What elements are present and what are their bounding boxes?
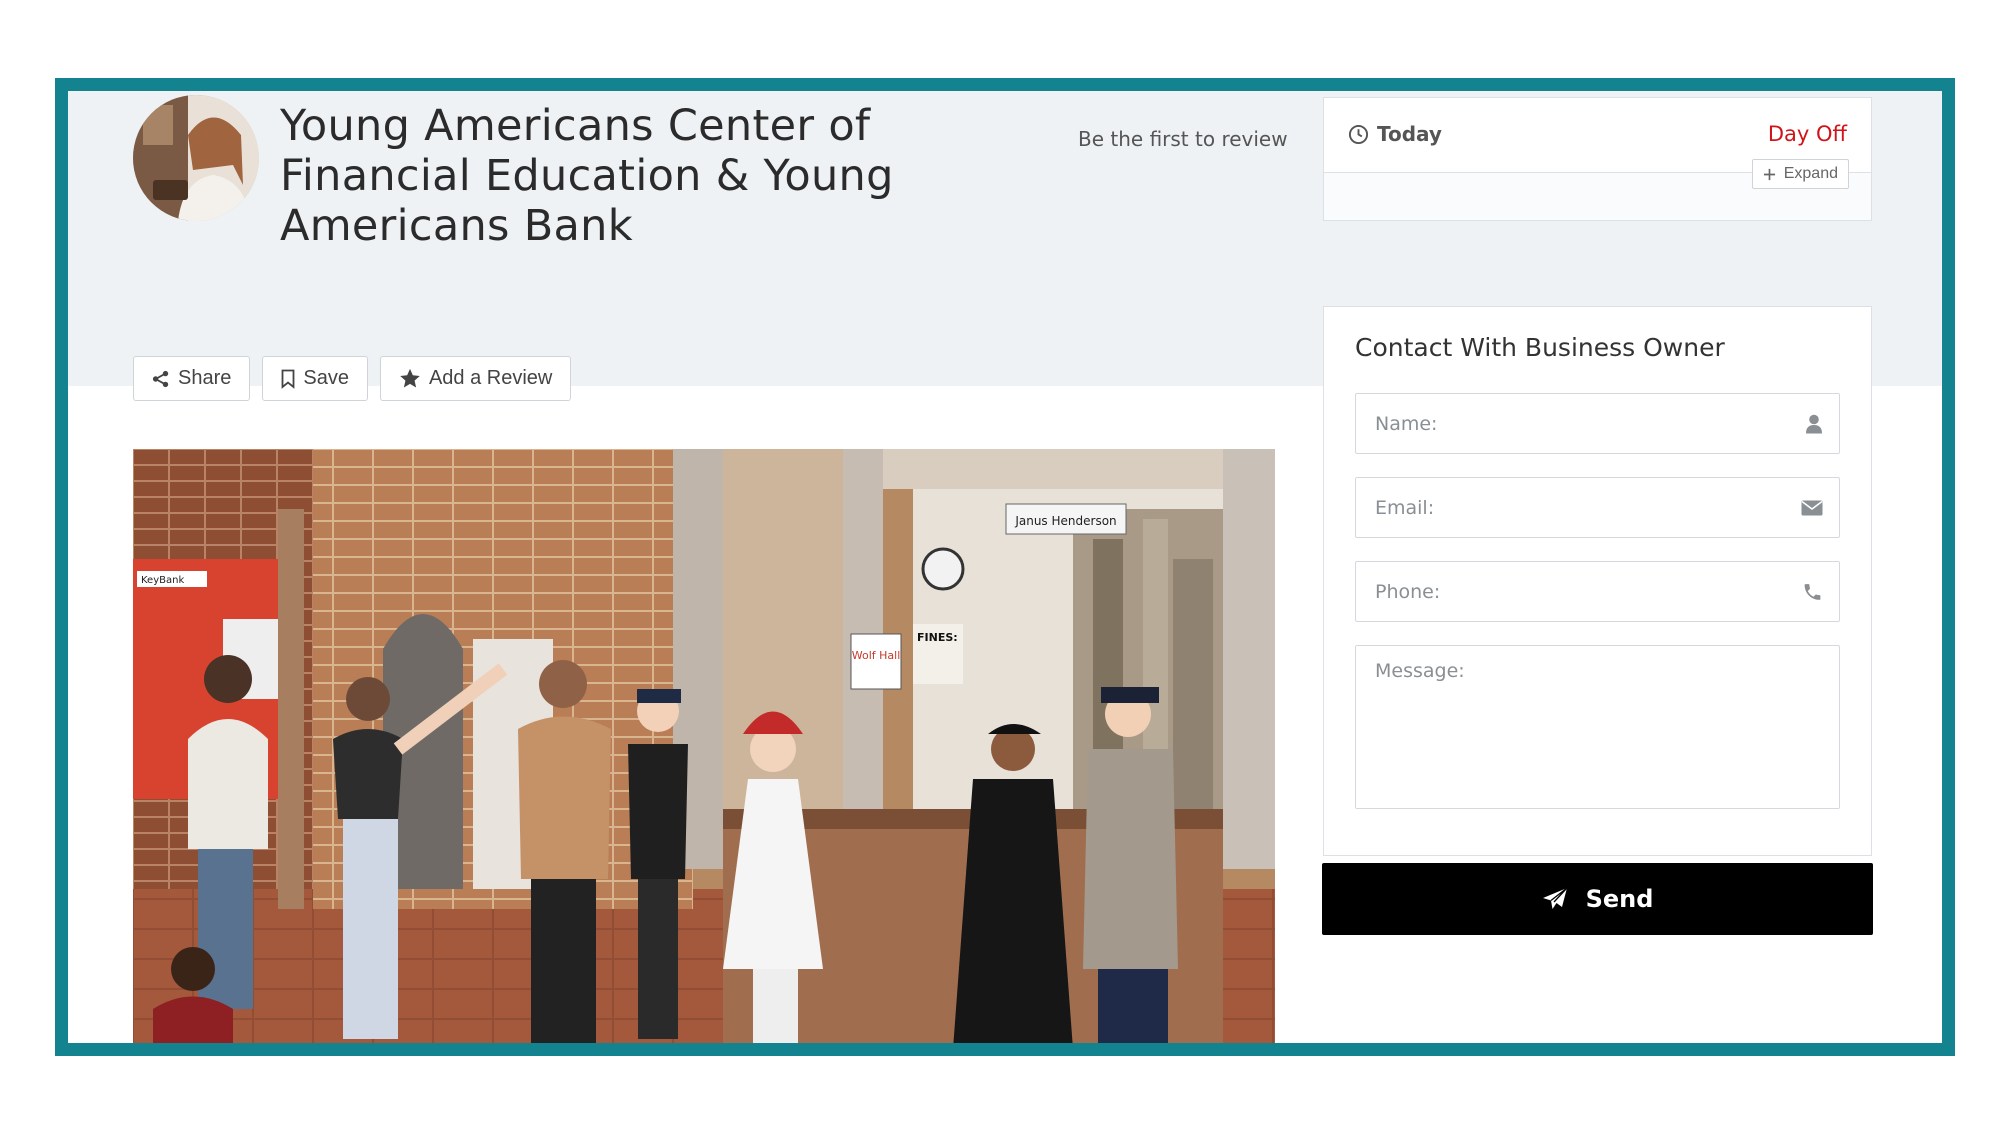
action-bar: Share Save Add a Review xyxy=(133,356,572,401)
opening-hours-card: Today Day Off Expand xyxy=(1323,97,1872,221)
plus-icon xyxy=(1763,168,1775,180)
send-button[interactable]: Send xyxy=(1322,863,1873,935)
star-icon xyxy=(400,368,420,388)
share-label: Share xyxy=(178,367,232,389)
contact-title: Contact With Business Owner xyxy=(1355,333,1725,362)
business-title: Young Americans Center of Financial Educ… xyxy=(280,101,894,251)
page-frame: Young Americans Center of Financial Educ… xyxy=(55,78,1955,1056)
sign-wolf-hall: Wolf Hall xyxy=(852,649,901,662)
send-label: Send xyxy=(1585,885,1654,913)
email-input[interactable] xyxy=(1356,478,1839,537)
expand-hours-button[interactable]: Expand xyxy=(1751,159,1849,189)
sign-fines: FINES: xyxy=(917,631,958,644)
hours-status: Day Off xyxy=(1767,122,1847,146)
photo-illustration: Janus Henderson KeyBank Wolf Hall FINES: xyxy=(133,449,1275,1043)
phone-icon xyxy=(1804,583,1821,600)
business-photo[interactable]: Janus Henderson KeyBank Wolf Hall FINES: xyxy=(133,449,1275,1043)
contact-form-card: Contact With Business Owner xyxy=(1323,306,1872,856)
first-review-link[interactable]: Be the first to review xyxy=(1078,127,1288,151)
message-field xyxy=(1355,645,1840,809)
user-icon xyxy=(1806,414,1822,433)
message-textarea[interactable] xyxy=(1356,646,1839,808)
sign-janus: Janus Henderson xyxy=(1014,514,1116,528)
share-icon xyxy=(152,370,169,387)
envelope-icon xyxy=(1801,500,1823,515)
paper-plane-icon xyxy=(1542,887,1568,909)
business-avatar[interactable] xyxy=(133,95,259,221)
hours-label-text: Today xyxy=(1377,122,1442,146)
expand-label: Expand xyxy=(1783,165,1838,182)
name-field xyxy=(1355,393,1840,454)
avatar-image xyxy=(133,95,259,221)
email-field xyxy=(1355,477,1840,538)
phone-field xyxy=(1355,561,1840,622)
add-review-label: Add a Review xyxy=(428,367,553,389)
share-button[interactable]: Share xyxy=(133,356,251,401)
hours-label: Today xyxy=(1348,122,1442,146)
phone-input[interactable] xyxy=(1356,562,1839,621)
save-button[interactable]: Save xyxy=(262,356,368,401)
add-review-button[interactable]: Add a Review xyxy=(379,356,572,401)
bookmark-icon xyxy=(281,369,295,389)
sign-key-bank: KeyBank xyxy=(141,575,184,586)
name-input[interactable] xyxy=(1356,394,1839,453)
clock-icon xyxy=(1348,124,1369,144)
save-label: Save xyxy=(303,367,349,389)
